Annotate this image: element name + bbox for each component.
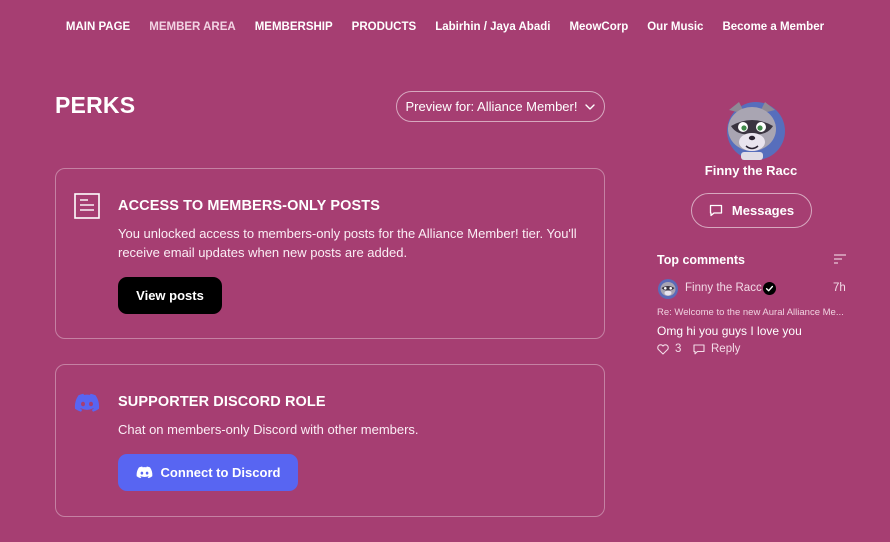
comment-time: 7h — [833, 282, 846, 294]
discord-icon — [136, 466, 152, 479]
chat-bubble-icon — [709, 204, 723, 217]
comment-reply-button[interactable]: Reply — [693, 343, 740, 355]
comment-author-avatar[interactable] — [658, 279, 678, 299]
top-nav: MAIN PAGE MEMBER AREA MEMBERSHIP PRODUCT… — [0, 0, 890, 54]
nav-become-member[interactable]: Become a Member — [722, 21, 824, 33]
nav-labirhin[interactable]: Labirhin / Jaya Abadi — [435, 21, 550, 33]
chevron-down-icon — [585, 103, 596, 110]
messages-button[interactable]: Messages — [691, 193, 812, 228]
nav-member-area[interactable]: MEMBER AREA — [149, 21, 235, 33]
perk-card-members-posts: ACCESS TO MEMBERS-ONLY POSTS You unlocke… — [55, 168, 605, 339]
perk-description: Chat on members-only Discord with other … — [118, 422, 419, 437]
comment-like-button[interactable]: 3 — [657, 343, 681, 355]
nav-main-page[interactable]: MAIN PAGE — [66, 21, 130, 33]
connect-discord-label: Connect to Discord — [160, 465, 281, 480]
comment-author[interactable]: Finny the Racc — [685, 282, 762, 294]
nav-our-music[interactable]: Our Music — [647, 21, 703, 33]
discord-icon — [74, 393, 100, 412]
view-posts-button[interactable]: View posts — [118, 277, 222, 314]
sort-icon[interactable] — [834, 254, 846, 264]
perk-title: SUPPORTER DISCORD ROLE — [118, 394, 326, 410]
comment-post-reference[interactable]: Re: Welcome to the new Aural Alliance Me… — [657, 307, 847, 318]
comment-like-count: 3 — [675, 343, 682, 355]
reply-bubble-icon — [693, 343, 705, 354]
perk-card-discord-role: SUPPORTER DISCORD ROLE Chat on members-o… — [55, 364, 605, 517]
messages-label: Messages — [731, 203, 795, 218]
connect-discord-button[interactable]: Connect to Discord — [118, 454, 298, 491]
preview-tier-dropdown[interactable]: Preview for: Alliance Member! — [396, 91, 605, 122]
comment-text: Omg hi you guys I love you — [657, 324, 802, 338]
heart-icon — [657, 343, 669, 355]
top-comments-heading: Top comments — [657, 253, 745, 267]
perk-description: You unlocked access to members-only post… — [118, 226, 577, 260]
nav-meowcorp[interactable]: MeowCorp — [569, 21, 628, 33]
nav-products[interactable]: PRODUCTS — [352, 21, 417, 33]
document-icon — [74, 193, 100, 219]
preview-tier-label: Preview for: Alliance Member! — [405, 99, 578, 114]
creator-name[interactable]: Finny the Racc — [656, 163, 846, 178]
nav-membership[interactable]: MEMBERSHIP — [255, 21, 333, 33]
comment-reply-label: Reply — [711, 343, 741, 355]
page-title: PERKS — [55, 92, 136, 118]
creator-avatar[interactable] — [719, 96, 785, 162]
verified-check-icon — [763, 282, 776, 295]
perk-title: ACCESS TO MEMBERS-ONLY POSTS — [118, 198, 380, 214]
